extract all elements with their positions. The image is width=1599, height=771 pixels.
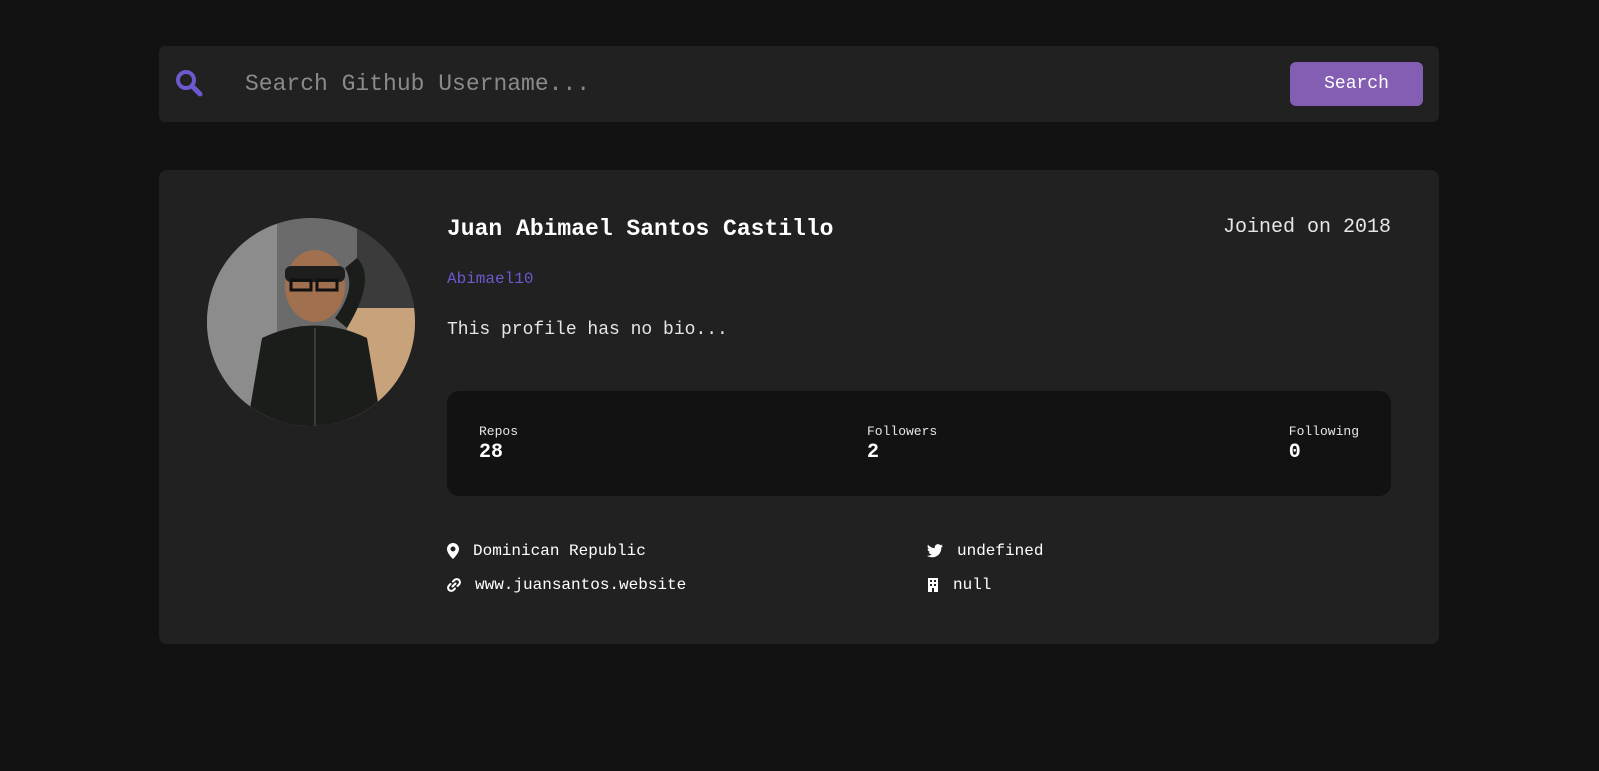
- stats-panel: Repos 28 Followers 2 Following 0: [447, 391, 1391, 496]
- profile-name: Juan Abimael Santos Castillo: [447, 216, 834, 242]
- avatar: [207, 218, 415, 426]
- joined-date: Joined on 2018: [1222, 216, 1391, 239]
- stat-label: Repos: [479, 424, 519, 439]
- website-link[interactable]: www.juansantos.website: [475, 576, 686, 594]
- stat-value: 0: [1288, 441, 1301, 464]
- stat-following: Following 0: [1289, 424, 1359, 464]
- stat-value: 2: [867, 441, 880, 464]
- link-icon: [447, 578, 461, 592]
- stat-label: Followers: [867, 424, 938, 439]
- search-icon: [174, 68, 204, 98]
- profile-card: Juan Abimael Santos Castillo Joined on 2…: [159, 170, 1439, 644]
- location-text: Dominican Republic: [473, 542, 646, 560]
- location-item: Dominican Republic: [447, 542, 646, 560]
- location-pin-icon: [447, 543, 459, 559]
- profile-login-link[interactable]: Abimael10: [447, 270, 533, 288]
- stat-value: 28: [479, 441, 504, 464]
- search-input[interactable]: [239, 62, 1239, 106]
- company-text: null: [953, 576, 992, 594]
- stat-label: Following: [1288, 424, 1359, 439]
- twitter-icon: [927, 544, 943, 558]
- stat-followers: Followers 2: [867, 424, 937, 464]
- search-bar: Search: [159, 46, 1439, 122]
- profile-bio: This profile has no bio...: [447, 320, 728, 340]
- twitter-item: undefined: [927, 542, 1043, 560]
- twitter-text: undefined: [957, 542, 1044, 560]
- building-icon: [928, 578, 938, 592]
- website-item[interactable]: www.juansantos.website: [447, 576, 686, 594]
- stat-repos: Repos 28: [479, 424, 518, 464]
- company-item: null: [927, 576, 991, 594]
- search-button[interactable]: Search: [1290, 62, 1423, 106]
